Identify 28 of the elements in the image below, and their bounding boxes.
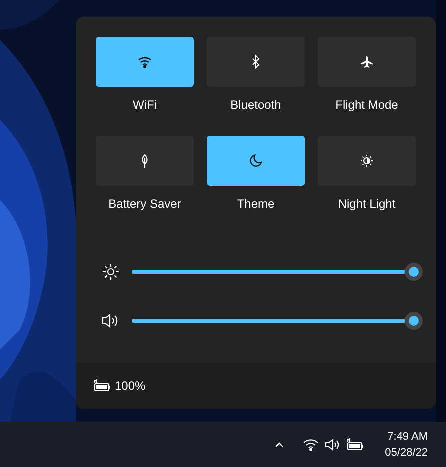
slider-thumb[interactable]: [405, 263, 423, 281]
moon-icon: [249, 154, 263, 168]
toggle-tile[interactable]: [318, 37, 416, 87]
toggle-tile[interactable]: [207, 136, 305, 186]
chevron-up-icon[interactable]: [275, 442, 284, 448]
clock-date[interactable]: 05/28/22: [385, 444, 428, 460]
battery-percentage: 100%: [115, 378, 146, 395]
tile-label: Battery Saver: [108, 196, 182, 213]
toggle-tile[interactable]: [96, 37, 194, 87]
toggle-tile[interactable]: [96, 136, 194, 186]
airplane-icon: [360, 55, 374, 69]
tile-label: Night Light: [338, 196, 396, 213]
tile-label: Bluetooth: [230, 97, 282, 114]
clock-time[interactable]: 7:49 AM: [388, 428, 428, 444]
slider-thumb[interactable]: [405, 312, 423, 330]
toggle-tile[interactable]: [207, 37, 305, 87]
speaker-icon: [102, 312, 120, 330]
wifi-icon[interactable]: [303, 438, 320, 451]
sun-moon-icon: [360, 154, 374, 168]
tile-label: Flight Mode: [336, 97, 398, 114]
speaker-icon[interactable]: [325, 438, 342, 452]
brightness-icon: [102, 263, 120, 281]
battery-charging-icon: [94, 379, 112, 393]
battery-charging-icon[interactable]: [347, 438, 366, 452]
tile-label: Theme: [237, 196, 275, 213]
wifi-icon: [138, 55, 152, 69]
toggle-tile[interactable]: [318, 136, 416, 186]
tile-label: WiFi: [133, 97, 157, 114]
